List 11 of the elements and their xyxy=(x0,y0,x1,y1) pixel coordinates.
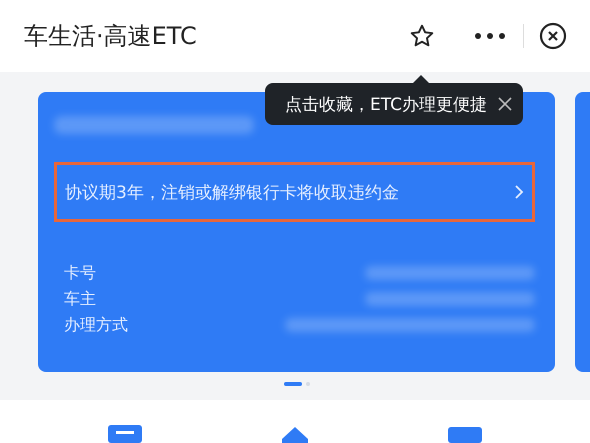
field-label: 卡号 xyxy=(64,262,96,284)
close-icon[interactable] xyxy=(497,96,513,112)
page-title: 车生活·高速ETC xyxy=(24,21,198,52)
chevron-right-icon xyxy=(514,184,524,200)
document-icon[interactable] xyxy=(108,425,142,443)
close-icon[interactable] xyxy=(538,21,568,51)
field-label: 车主 xyxy=(64,288,96,310)
field-label: 办理方式 xyxy=(64,314,128,336)
tooltip-text: 点击收藏，ETC办理更便捷 xyxy=(285,94,487,116)
agreement-notice[interactable]: 协议期3年，注销或解绑银行卡将收取违约金 xyxy=(54,162,535,222)
card-icon[interactable] xyxy=(448,425,482,443)
